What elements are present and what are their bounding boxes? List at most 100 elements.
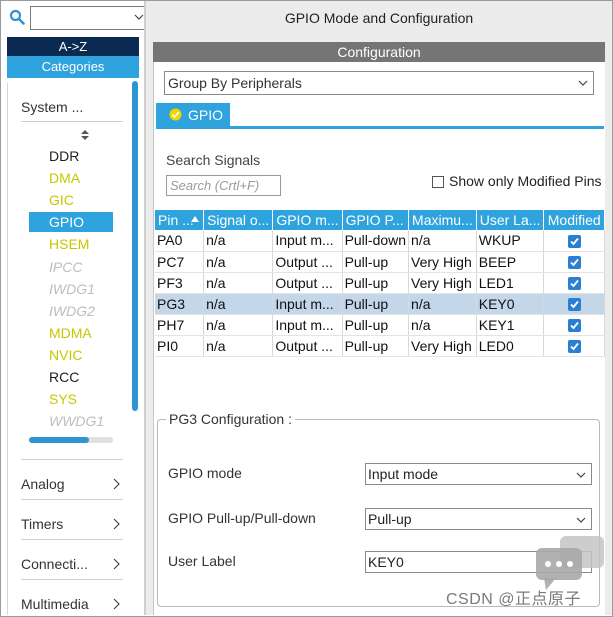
category-timers[interactable]: Timers xyxy=(21,513,125,535)
table-row[interactable]: PA0 n/a Input m... Pull-down n/a WKUP xyxy=(155,230,605,252)
sidebar-item-iwdg2[interactable]: IWDG2 xyxy=(29,301,113,321)
category-system-core[interactable]: System ... xyxy=(21,97,121,117)
modified-checkbox[interactable] xyxy=(567,319,581,333)
category-multimedia[interactable]: Multimedia xyxy=(21,593,125,615)
gpio-mode-value: Input mode xyxy=(368,466,439,482)
search-signals-input[interactable]: Search (Crtl+F) xyxy=(166,175,281,196)
table-row[interactable]: PC7 n/a Output ... Pull-up Very High BEEP xyxy=(155,251,605,273)
table-cell: BEEP xyxy=(476,251,545,273)
table-cell: Pull-up xyxy=(342,335,410,357)
sidebar-item-rcc[interactable]: RCC xyxy=(29,367,113,387)
column-header[interactable]: GPIO P... xyxy=(342,210,410,230)
table-cell: Output ... xyxy=(272,272,343,294)
chevron-down-icon xyxy=(578,80,588,86)
category-label: Connecti... xyxy=(21,556,88,572)
table-body: PA0 n/a Input m... Pull-down n/a WKUP PC7 n/a Ou… xyxy=(155,230,605,357)
table-row[interactable]: PG3 n/a Input m... Pull-up n/a KEY0 xyxy=(155,293,605,315)
table-cell: KEY1 xyxy=(476,314,545,336)
modified-checkbox[interactable] xyxy=(567,298,581,312)
table-cell: PG3 xyxy=(155,293,205,315)
table-row[interactable]: PF3 n/a Output ... Pull-up Very High LED1 xyxy=(155,272,605,294)
sort-az-button[interactable]: A->Z xyxy=(7,37,139,56)
sort-icon[interactable] xyxy=(79,129,91,141)
sidebar-item-iwdg1[interactable]: IWDG1 xyxy=(29,279,113,299)
category-label: Multimedia xyxy=(21,596,89,612)
divider xyxy=(21,579,123,580)
group-by-select[interactable]: Group By Peripherals xyxy=(164,71,594,95)
show-modified-label: Show only Modified Pins xyxy=(449,173,602,189)
table-cell: Pull-up xyxy=(342,314,410,336)
category-analog[interactable]: Analog xyxy=(21,473,125,495)
table-cell: PA0 xyxy=(155,230,205,252)
sidebar-item-gpio[interactable]: GPIO xyxy=(29,212,113,233)
sidebar-item-dma[interactable]: DMA xyxy=(29,168,113,188)
tab-underline xyxy=(156,126,604,129)
table-row[interactable]: PH7 n/a Input m... Pull-up n/a KEY1 xyxy=(155,314,605,336)
group-by-value: Group By Peripherals xyxy=(168,75,302,91)
configuration-header: Configuration xyxy=(153,42,605,62)
divider xyxy=(21,121,123,122)
sidebar-item-ipcc[interactable]: IPCC xyxy=(29,257,113,277)
table-cell: PF3 xyxy=(155,272,205,294)
chevron-right-icon xyxy=(113,518,120,530)
categories-button[interactable]: Categories xyxy=(7,56,139,78)
modified-cell xyxy=(543,335,605,357)
search-input[interactable] xyxy=(30,6,145,30)
left-panel: A->Z Categories System ... DDR DMA GIC GPIO… xyxy=(1,1,145,615)
column-header[interactable]: GPIO m... xyxy=(272,210,343,230)
gpio-pull-select[interactable]: Pull-up xyxy=(365,508,592,530)
modified-checkbox[interactable] xyxy=(567,256,581,270)
show-modified-checkbox[interactable] xyxy=(432,176,444,188)
watermark-text: CSDN @正点原子 xyxy=(446,591,582,608)
table-row[interactable]: PI0 n/a Output ... Pull-up Very High LED0 xyxy=(155,335,605,357)
table-cell: WKUP xyxy=(476,230,545,252)
modified-checkbox[interactable] xyxy=(567,277,581,291)
sidebar-item-ddr[interactable]: DDR xyxy=(29,146,113,166)
sidebar-item-sys[interactable]: SYS xyxy=(29,389,113,409)
vertical-scrollbar[interactable] xyxy=(132,81,138,411)
column-header[interactable]: User La... xyxy=(476,210,545,230)
sidebar-item-mdma[interactable]: MDMA xyxy=(29,323,113,343)
chevron-right-icon xyxy=(113,478,120,490)
column-header[interactable]: Pin ... xyxy=(155,210,205,230)
table-cell: n/a xyxy=(203,293,274,315)
category-label: Analog xyxy=(21,476,65,492)
divider xyxy=(21,539,123,540)
search-icon[interactable] xyxy=(9,9,25,25)
chevron-right-icon xyxy=(113,598,120,610)
sidebar-item-wwdg1[interactable]: WWDG1 xyxy=(29,411,113,431)
pin-config-title: PG3 Configuration : xyxy=(166,411,295,427)
column-header[interactable]: Maximu... xyxy=(408,210,477,230)
modified-checkbox[interactable] xyxy=(567,235,581,249)
modified-cell xyxy=(543,314,605,336)
divider xyxy=(21,499,123,500)
modified-cell xyxy=(543,272,605,294)
gpio-pull-label: GPIO Pull-up/Pull-down xyxy=(168,510,316,526)
table-cell: n/a xyxy=(408,314,477,336)
sidebar-item-nvic[interactable]: NVIC xyxy=(29,345,113,365)
sidebar-item-gic[interactable]: GIC xyxy=(29,190,113,210)
table-cell: Very High xyxy=(408,335,477,357)
table-cell: n/a xyxy=(203,251,274,273)
modified-cell xyxy=(543,293,605,315)
table-cell: n/a xyxy=(203,335,274,357)
gpio-mode-select[interactable]: Input mode xyxy=(365,463,592,485)
category-connectivity[interactable]: Connecti... xyxy=(21,553,125,575)
column-header[interactable]: Modified xyxy=(543,210,605,230)
sidebar-item-hsem[interactable]: HSEM xyxy=(29,234,113,254)
column-header[interactable]: Signal o... xyxy=(203,210,274,230)
tab-gpio[interactable]: GPIO xyxy=(156,103,230,127)
chevron-down-icon xyxy=(576,517,586,523)
panel-title: GPIO Mode and Configuration xyxy=(284,10,474,26)
chevron-right-icon xyxy=(113,558,120,570)
modified-checkbox[interactable] xyxy=(567,340,581,354)
horizontal-scrollbar-thumb[interactable] xyxy=(29,437,89,443)
table-cell: LED1 xyxy=(476,272,545,294)
table-cell: Pull-up xyxy=(342,272,410,294)
table-cell: Pull-up xyxy=(342,251,410,273)
search-signals-label: Search Signals xyxy=(166,152,261,168)
modified-cell xyxy=(543,251,605,273)
pin-table: Pin ... Signal o... GPIO m... GPIO P... Maxi… xyxy=(155,210,605,357)
table-cell: Input m... xyxy=(272,293,343,315)
table-cell: n/a xyxy=(203,230,274,252)
